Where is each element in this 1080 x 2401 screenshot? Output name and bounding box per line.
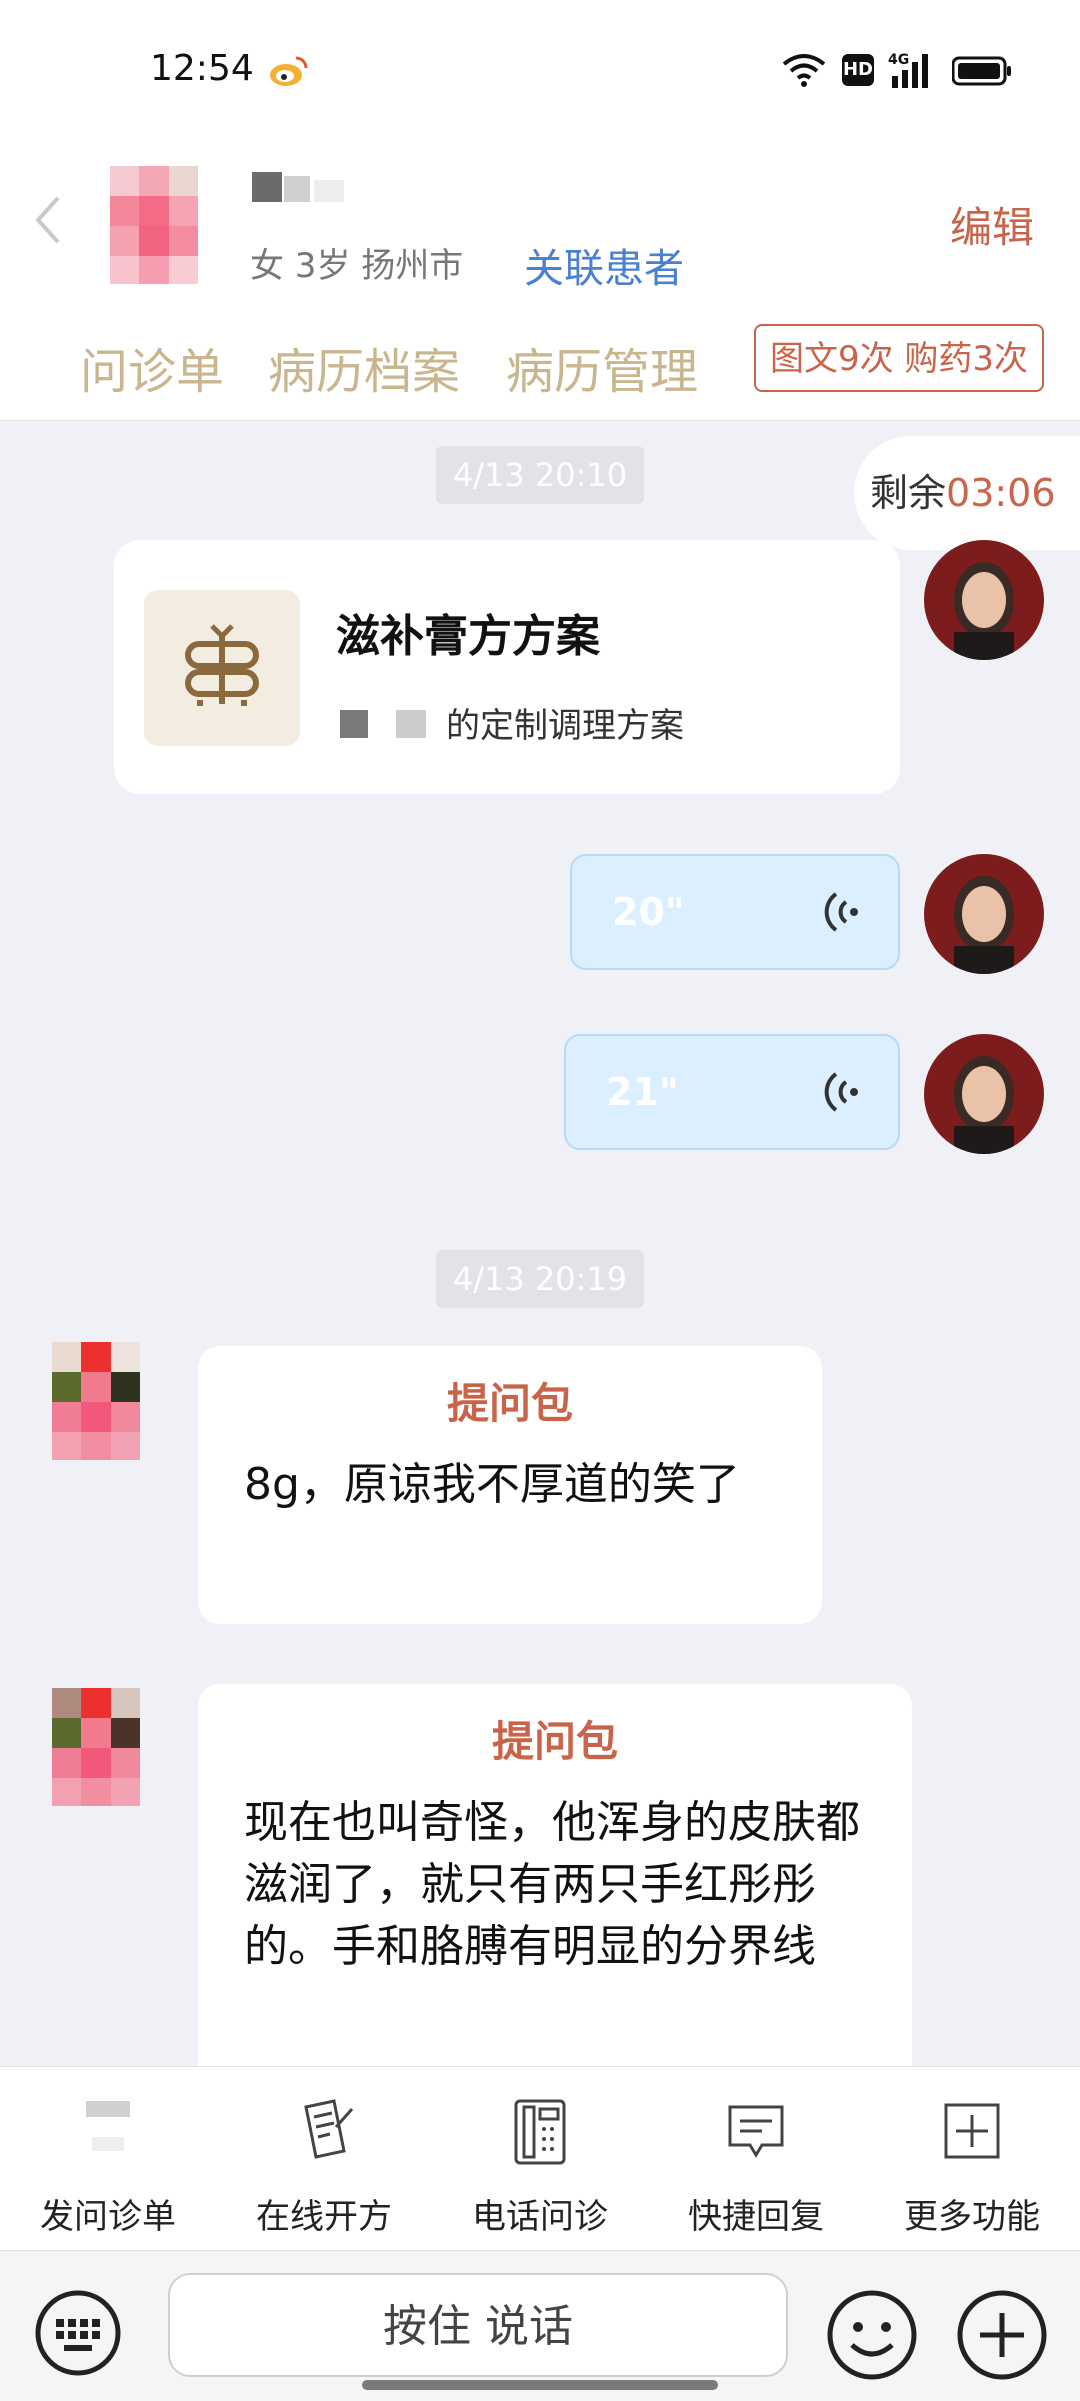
voice-wave-icon [824, 1072, 858, 1112]
plan-icon-box [144, 590, 300, 746]
timestamp: 4/13 20:10 [436, 446, 644, 504]
voice-wave-icon [824, 892, 858, 932]
voice-message[interactable]: 21" [564, 1034, 900, 1150]
tool-label: 电话问诊 [472, 2197, 608, 2237]
tab-records-management[interactable]: 病历管理 [506, 332, 698, 402]
gift-icon [185, 624, 259, 706]
question-pack-title: 提问包 [446, 1379, 573, 1428]
link-patient-button[interactable]: 关联患者 [524, 236, 684, 294]
home-indicator[interactable] [362, 2380, 718, 2390]
battery-icon [952, 56, 1011, 86]
question-text: 8g，原谅我不厚道的笑了 [244, 1459, 740, 1510]
remaining-countdown: 03:06 [946, 471, 1056, 515]
patient-name-redacted [252, 172, 344, 202]
question-bubble[interactable]: 提问包 8g，原谅我不厚道的笑了 [198, 1346, 822, 1624]
cellular-signal-icon: 4G [888, 52, 928, 88]
edit-button[interactable]: 编辑 [950, 194, 1034, 255]
network-type: 4G [888, 52, 909, 68]
tool-label: 快捷回复 [688, 2197, 824, 2237]
plan-subtitle: 的定制调理方案 [446, 706, 684, 746]
plan-name-redacted [340, 710, 426, 738]
doctor-avatar[interactable] [924, 854, 1044, 974]
plan-card[interactable]: 滋补膏方方案 的定制调理方案 [114, 540, 900, 794]
question-text: 现在也叫奇怪，他浑身的皮肤都滋润了，就只有两只手红彤彤的。手和胳膊有明显的分界线 [244, 1797, 860, 1972]
remaining-label: 剩余 [870, 471, 947, 515]
back-arrow-icon[interactable] [32, 190, 66, 250]
plus-icon[interactable] [956, 2289, 1048, 2381]
tool-label: 发问诊单 [40, 2197, 176, 2237]
online-prescription-button[interactable]: 在线开方 [216, 2067, 432, 2251]
remaining-time-pill: 剩余03:06 [854, 436, 1080, 550]
doctor-avatar[interactable] [924, 540, 1044, 660]
timestamp: 4/13 20:19 [436, 1250, 644, 1308]
patient-chat-avatar[interactable] [52, 1688, 140, 1806]
send-consult-form-button[interactable]: 发问诊单 [0, 2067, 216, 2251]
wifi-icon [782, 54, 826, 87]
question-bubble[interactable]: 提问包 现在也叫奇怪，他浑身的皮肤都滋润了，就只有两只手红彤彤的。手和胳膊有明显… [198, 1684, 912, 2104]
question-pack-title: 提问包 [491, 1717, 618, 1766]
tab-consult-form[interactable]: 问诊单 [80, 332, 224, 402]
voice-duration: 21" [606, 1070, 679, 1114]
keyboard-icon[interactable] [34, 2289, 122, 2377]
phone-consult-button[interactable]: 电话问诊 [432, 2067, 648, 2251]
phone-icon [514, 2099, 566, 2165]
service-count-badge[interactable]: 图文9次 购药3次 [754, 324, 1044, 392]
voice-message[interactable]: 20" [570, 854, 900, 970]
hold-to-talk-button[interactable]: 按住 说话 [168, 2273, 788, 2377]
voice-duration: 20" [612, 890, 685, 934]
function-toolbar: 发问诊单 在线开方 电话问诊 快捷回复 更多功能 [0, 2066, 1080, 2251]
tool-label: 在线开方 [256, 2197, 392, 2237]
weibo-icon [270, 56, 308, 86]
tab-medical-records[interactable]: 病历档案 [268, 332, 460, 402]
quick-reply-button[interactable]: 快捷回复 [648, 2067, 864, 2251]
more-functions-button[interactable]: 更多功能 [864, 2067, 1080, 2251]
doctor-avatar[interactable] [924, 1034, 1044, 1154]
input-bar: 按住 说话 [0, 2250, 1080, 2401]
plan-title: 滋补膏方方案 [336, 611, 600, 662]
tool-label: 更多功能 [904, 2197, 1040, 2237]
hd-badge: HD [842, 54, 874, 86]
quick-reply-icon [728, 2105, 784, 2158]
patient-avatar[interactable] [110, 166, 198, 284]
form-icon [86, 2101, 130, 2151]
emoji-icon[interactable] [826, 2289, 918, 2381]
patient-info: 女 3岁 扬州市 [250, 246, 464, 286]
prescription-icon [304, 2099, 354, 2159]
status-time: 12:54 [150, 48, 254, 89]
patient-chat-avatar[interactable] [52, 1342, 140, 1460]
plus-square-icon [944, 2103, 1000, 2159]
